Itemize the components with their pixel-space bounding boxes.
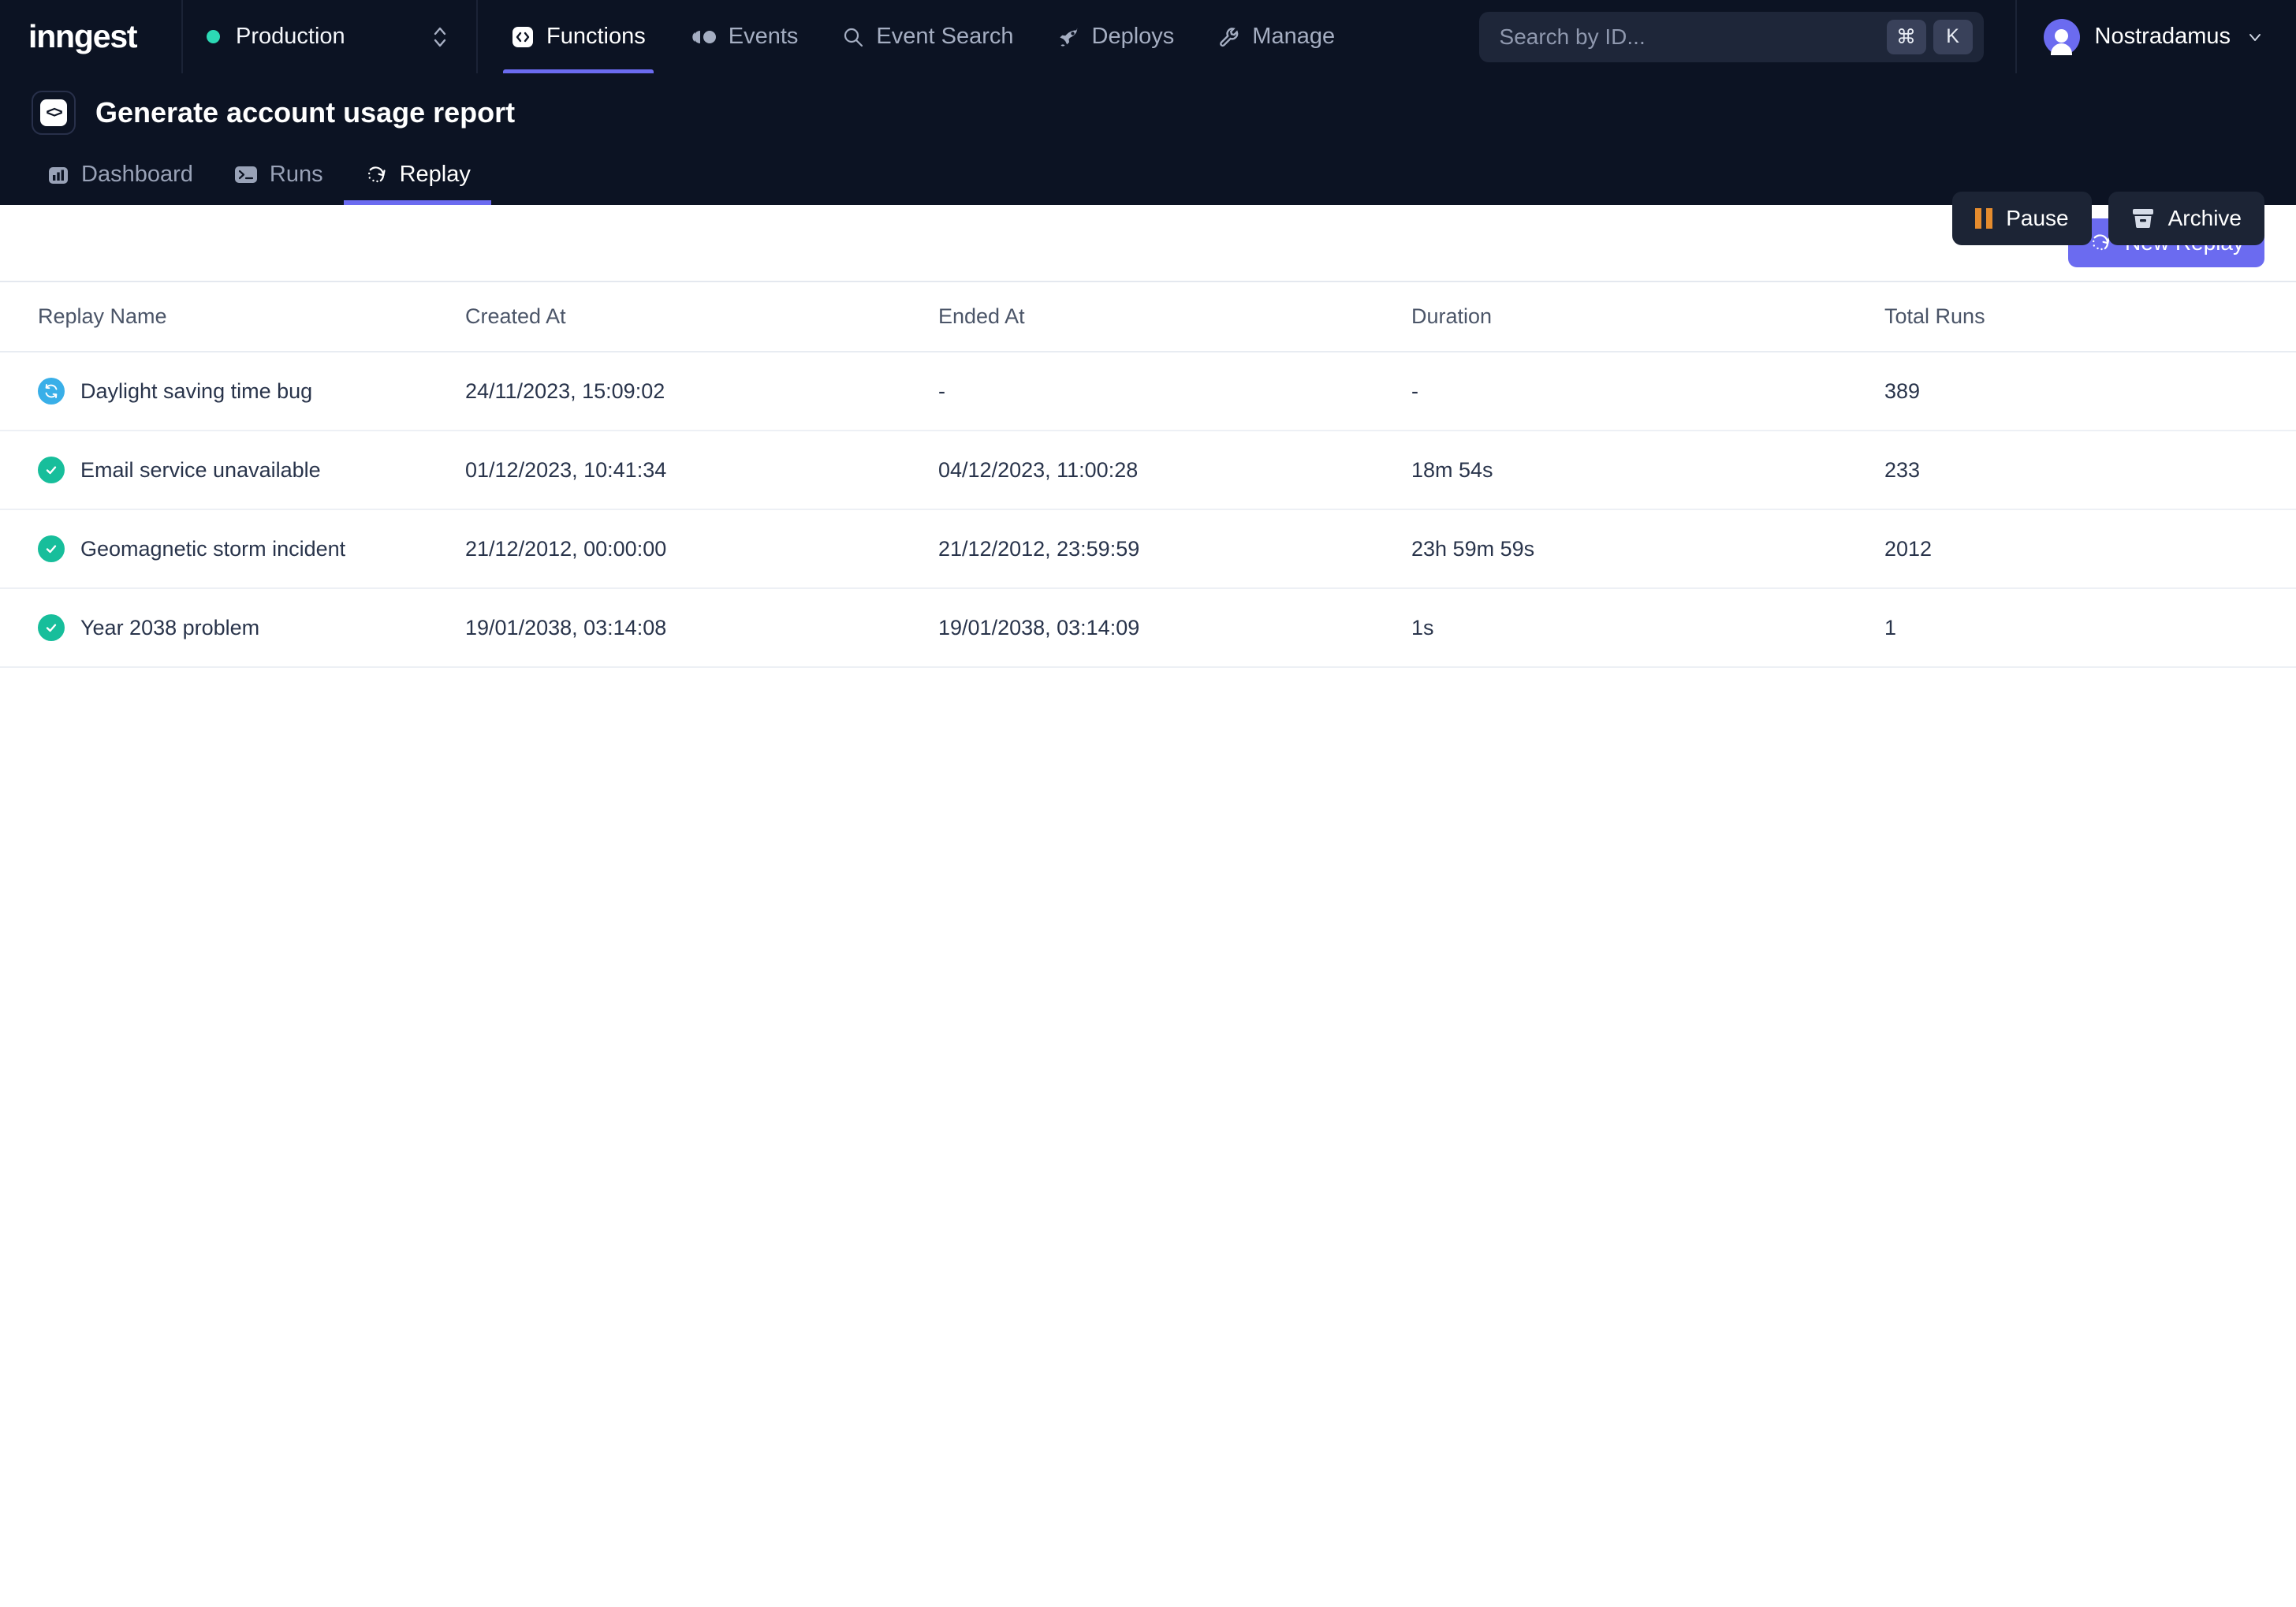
replay-name-text: Year 2038 problem xyxy=(80,615,260,639)
column-header-created-at[interactable]: Created At xyxy=(465,282,938,352)
cell-total-runs: 389 xyxy=(1884,352,2296,431)
chevron-down-icon xyxy=(2246,28,2264,47)
check-circle-icon xyxy=(38,535,65,562)
column-header-total-runs[interactable]: Total Runs xyxy=(1884,282,2296,352)
table-body: Daylight saving time bug 24/11/2023, 15:… xyxy=(0,352,2296,668)
replay-toolbar: New Replay xyxy=(0,205,2296,282)
replays-table: Replay Name Created At Ended At Duration… xyxy=(0,282,2296,668)
table-header-row: Replay Name Created At Ended At Duration… xyxy=(0,282,2296,352)
cell-replay-name: Geomagnetic storm incident xyxy=(0,509,465,589)
tab-label: Replay xyxy=(399,162,471,187)
cell-replay-name: Daylight saving time bug xyxy=(0,352,465,431)
page-title: Generate account usage report xyxy=(95,96,516,129)
cell-total-runs: 1 xyxy=(1884,588,2296,668)
environment-status-dot xyxy=(207,30,220,43)
environment-selector[interactable]: Production xyxy=(183,0,478,73)
main-nav-links: Functions Events Event Search Deploys Ma xyxy=(478,0,1357,73)
nav-item-events[interactable]: Events xyxy=(668,0,821,73)
top-navigation-bar: inngest Production Functions Events Even… xyxy=(0,0,2296,73)
tab-label: Runs xyxy=(269,162,323,187)
nav-item-functions[interactable]: Functions xyxy=(489,0,668,73)
events-dots-icon xyxy=(690,28,717,47)
cell-duration: 1s xyxy=(1411,588,1884,668)
replay-name-text: Geomagnetic storm incident xyxy=(80,536,346,561)
nav-item-label: Deploys xyxy=(1091,24,1175,49)
code-brackets-icon xyxy=(511,25,535,49)
user-menu[interactable]: Nostradamus xyxy=(2017,18,2296,55)
search-shortcut-modifier: ⌘ xyxy=(1886,19,1926,54)
rocket-icon xyxy=(1058,26,1080,48)
magnifier-icon xyxy=(842,26,864,48)
cell-duration: 23h 59m 59s xyxy=(1411,509,1884,589)
check-circle-icon xyxy=(38,457,65,483)
cell-created-at: 24/11/2023, 15:09:02 xyxy=(465,352,938,431)
nav-item-deploys[interactable]: Deploys xyxy=(1036,0,1197,73)
cell-created-at: 19/01/2038, 03:14:08 xyxy=(465,588,938,668)
cell-created-at: 01/12/2023, 10:41:34 xyxy=(465,431,938,510)
cell-total-runs: 233 xyxy=(1884,431,2296,510)
function-code-icon: <> xyxy=(32,91,76,135)
cell-total-runs: 2012 xyxy=(1884,509,2296,589)
refresh-icon xyxy=(38,378,65,405)
page-header-title-row: <> Generate account usage report xyxy=(32,73,2264,135)
column-header-replay-name[interactable]: Replay Name xyxy=(0,282,465,352)
search-shortcut-key: K xyxy=(1933,19,1973,54)
cell-ended-at: 21/12/2012, 23:59:59 xyxy=(938,509,1411,589)
archive-button[interactable]: Archive xyxy=(2108,192,2264,245)
column-header-duration[interactable]: Duration xyxy=(1411,282,1884,352)
nav-item-label: Manage xyxy=(1252,24,1336,49)
tab-runs[interactable]: Runs xyxy=(214,154,344,205)
tab-label: Dashboard xyxy=(81,162,193,187)
nav-item-label: Event Search xyxy=(876,24,1014,49)
main-content: New Replay Replay Name Created At Ended … xyxy=(0,205,2296,668)
archive-icon xyxy=(2131,207,2155,229)
replay-name-text: Daylight saving time bug xyxy=(80,378,313,403)
bar-chart-icon xyxy=(47,164,69,186)
search-input[interactable]: Search by ID... ⌘ K xyxy=(1478,11,1984,62)
nav-item-manage[interactable]: Manage xyxy=(1196,0,1357,73)
tab-replay[interactable]: Replay xyxy=(343,154,492,205)
table-head: Replay Name Created At Ended At Duration… xyxy=(0,282,2296,352)
page-header: <> Generate account usage report Pause A… xyxy=(0,73,2296,245)
table-row[interactable]: Daylight saving time bug 24/11/2023, 15:… xyxy=(0,352,2296,431)
cell-ended-at: 19/01/2038, 03:14:09 xyxy=(938,588,1411,668)
wrench-icon xyxy=(1218,26,1240,48)
cell-ended-at: - xyxy=(938,352,1411,431)
replay-name-text: Email service unavailable xyxy=(80,457,321,482)
cell-replay-name: Email service unavailable xyxy=(0,431,465,510)
terminal-icon xyxy=(234,165,258,185)
cell-duration: - xyxy=(1411,352,1884,431)
nav-item-label: Functions xyxy=(546,24,646,49)
avatar-icon xyxy=(2043,18,2080,55)
pause-button-label: Pause xyxy=(2006,206,2069,230)
nav-item-label: Events xyxy=(728,24,799,49)
check-circle-icon xyxy=(38,614,65,641)
pause-icon xyxy=(1975,208,1993,229)
page-header-actions: Pause Archive xyxy=(1952,192,2264,245)
table-row[interactable]: Geomagnetic storm incident 21/12/2012, 0… xyxy=(0,509,2296,589)
nav-item-event-search[interactable]: Event Search xyxy=(820,0,1035,73)
page-tabs: Dashboard Runs Replay xyxy=(32,154,2264,205)
column-header-ended-at[interactable]: Ended At xyxy=(938,282,1411,352)
chevron-up-down-icon xyxy=(430,22,449,52)
cell-duration: 18m 54s xyxy=(1411,431,1884,510)
table-row[interactable]: Year 2038 problem 19/01/2038, 03:14:08 1… xyxy=(0,588,2296,668)
pause-button[interactable]: Pause xyxy=(1952,192,2092,245)
cell-replay-name: Year 2038 problem xyxy=(0,588,465,668)
top-nav-right-group: Search by ID... ⌘ K Nostradamus xyxy=(1478,0,2296,73)
table-row[interactable]: Email service unavailable 01/12/2023, 10… xyxy=(0,431,2296,510)
replay-icon xyxy=(364,164,388,186)
brand-logo[interactable]: inngest xyxy=(0,0,183,73)
search-placeholder: Search by ID... xyxy=(1499,24,1646,49)
tab-dashboard[interactable]: Dashboard xyxy=(32,154,214,205)
cell-created-at: 21/12/2012, 00:00:00 xyxy=(465,509,938,589)
archive-button-label: Archive xyxy=(2167,206,2242,230)
environment-label: Production xyxy=(236,24,345,49)
user-name: Nostradamus xyxy=(2094,24,2231,49)
brand-logo-text: inngest xyxy=(28,18,138,54)
cell-ended-at: 04/12/2023, 11:00:28 xyxy=(938,431,1411,510)
